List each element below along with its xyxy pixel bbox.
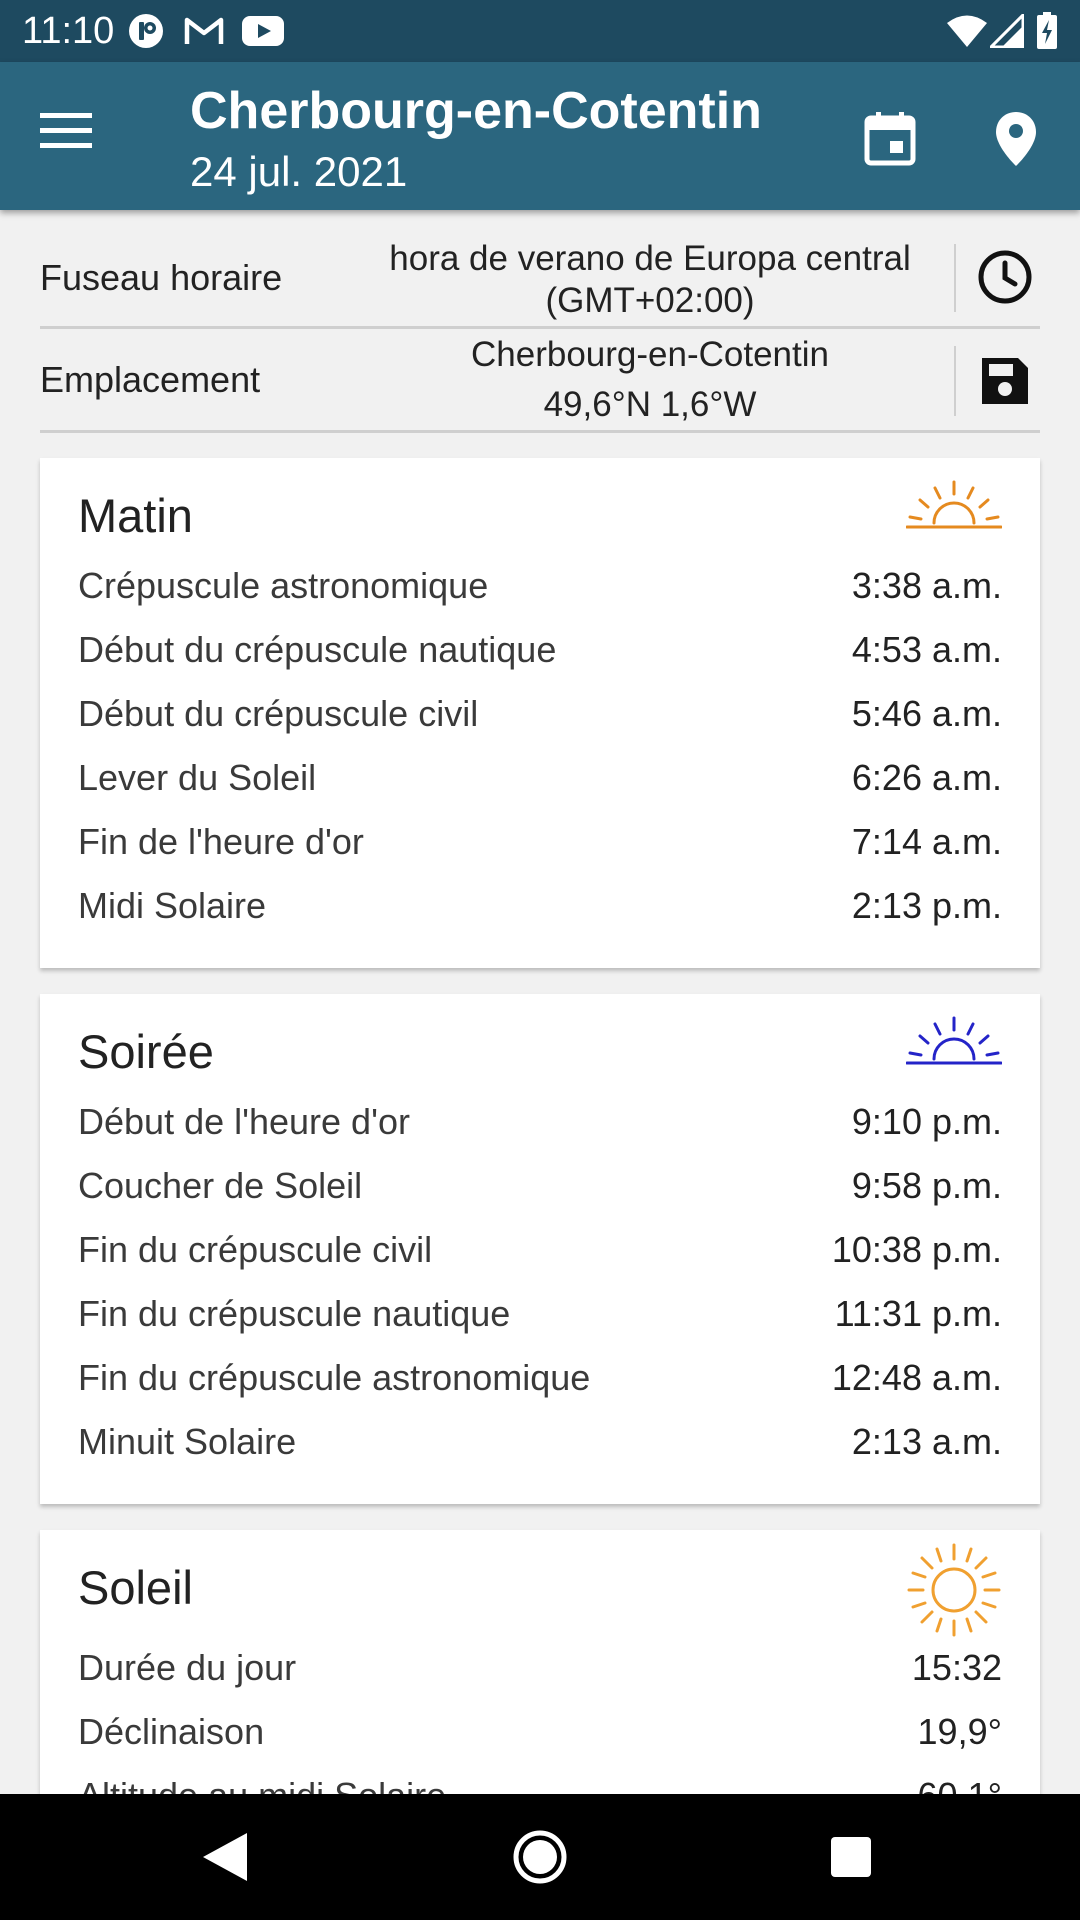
sun-title: Soleil bbox=[78, 1561, 193, 1614]
home-button[interactable] bbox=[507, 1824, 573, 1890]
list-item: Coucher de Soleil 9:58 p.m. bbox=[78, 1165, 1002, 1206]
timezone-value-line2: (GMT+02:00) bbox=[545, 281, 755, 320]
timezone-row: Fuseau horaire hora de verano de Europa … bbox=[40, 236, 1040, 329]
location-button[interactable] bbox=[981, 104, 1051, 174]
location-value-line2: 49,6°N 1,6°W bbox=[543, 385, 757, 424]
location-label: Emplacement bbox=[40, 359, 261, 400]
clock-icon bbox=[978, 250, 1032, 304]
app-notification-icon bbox=[128, 11, 164, 51]
sunrise-icon bbox=[905, 480, 1003, 541]
list-item: Déclinaison 19,9° bbox=[78, 1711, 1002, 1752]
home-icon bbox=[513, 1830, 567, 1884]
calendar-icon bbox=[864, 112, 916, 166]
sunset-icon bbox=[905, 1016, 1003, 1077]
navigation-bar bbox=[0, 1794, 1080, 1920]
evening-title: Soirée bbox=[78, 1025, 214, 1078]
calendar-button[interactable] bbox=[855, 104, 925, 174]
menu-icon bbox=[40, 113, 92, 148]
divider bbox=[954, 346, 956, 416]
back-button[interactable] bbox=[192, 1824, 258, 1890]
evening-card: Soirée Début de l'heure d'or 9:10 p.m. Co… bbox=[40, 994, 1040, 1504]
list-item: Minuit Solaire 2:13 a.m. bbox=[78, 1421, 1002, 1462]
wifi-icon bbox=[946, 11, 988, 51]
list-item: Début du crépuscule nautique 4:53 a.m. bbox=[78, 629, 1002, 670]
cell-signal-icon bbox=[990, 11, 1024, 51]
save-icon bbox=[982, 358, 1028, 404]
recents-button[interactable] bbox=[818, 1824, 884, 1890]
list-item: Fin du crépuscule nautique 11:31 p.m. bbox=[78, 1293, 1002, 1334]
youtube-icon bbox=[242, 11, 284, 51]
morning-card: Matin Crépuscule astronomique 3:38 a.m. D… bbox=[40, 458, 1040, 968]
divider bbox=[954, 244, 956, 312]
back-icon bbox=[203, 1833, 247, 1881]
timezone-value-line1: hora de verano de Europa central bbox=[389, 239, 911, 278]
list-item: Fin du crépuscule astronomique 12:48 a.m. bbox=[78, 1357, 1002, 1398]
list-item: Fin du crépuscule civil 10:38 p.m. bbox=[78, 1229, 1002, 1270]
status-time: 11:10 bbox=[22, 10, 115, 52]
save-location-button[interactable] bbox=[970, 346, 1040, 416]
status-bar: 11:10 bbox=[0, 0, 1080, 62]
gmail-icon bbox=[184, 11, 224, 51]
list-item: Début du crépuscule civil 5:46 a.m. bbox=[78, 693, 1002, 734]
location-pin-icon bbox=[996, 112, 1036, 166]
sun-card: Soleil Durée du jour 15:32 Déclinaison 1… bbox=[40, 1530, 1040, 1830]
recents-icon bbox=[831, 1837, 871, 1877]
page-title: Cherbourg-en-Cotentin bbox=[190, 82, 762, 140]
timezone-label: Fuseau horaire bbox=[40, 257, 283, 298]
app-bar: Cherbourg-en-Cotentin 24 jul. 2021 bbox=[0, 62, 1080, 210]
timezone-button[interactable] bbox=[970, 242, 1040, 312]
morning-title: Matin bbox=[78, 489, 193, 542]
location-row: Emplacement Cherbourg-en-Cotentin 49,6°N… bbox=[40, 330, 1040, 433]
list-item: Crépuscule astronomique 3:38 a.m. bbox=[78, 565, 1002, 606]
menu-button[interactable] bbox=[40, 110, 100, 162]
page-date: 24 jul. 2021 bbox=[190, 148, 408, 195]
list-item: Lever du Soleil 6:26 a.m. bbox=[78, 757, 1002, 798]
list-item: Durée du jour 15:32 bbox=[78, 1647, 1002, 1688]
list-item: Midi Solaire 2:13 p.m. bbox=[78, 885, 1002, 926]
location-value-line1: Cherbourg-en-Cotentin bbox=[471, 335, 829, 374]
sun-icon bbox=[906, 1542, 1002, 1643]
battery-charging-icon bbox=[1036, 11, 1058, 51]
list-item: Début de l'heure d'or 9:10 p.m. bbox=[78, 1101, 1002, 1142]
list-item: Fin de l'heure d'or 7:14 a.m. bbox=[78, 821, 1002, 862]
